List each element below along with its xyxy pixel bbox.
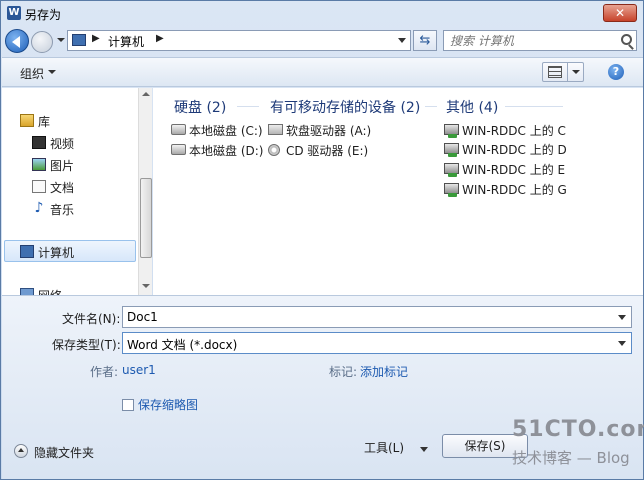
scrollbar-thumb[interactable] [140,178,152,258]
address-bar[interactable]: ▶ 计算机 ▶ [67,30,411,51]
drive-label: 本地磁盘 (D:) [189,144,264,158]
chevron-down-icon[interactable] [618,341,626,346]
chevron-down-icon[interactable] [618,315,626,320]
sidebar-item-music[interactable]: ♪ 音乐 [32,200,132,218]
breadcrumb-separator-icon[interactable]: ▶ [92,33,100,44]
hide-folders-toggle-icon[interactable] [14,444,28,458]
address-dropdown-icon[interactable] [398,38,406,43]
chevron-down-icon[interactable] [48,70,56,74]
save-as-dialog: W 另存为 ✕ ▶ 计算机 ▶ ⇆ 组织 ? 库 [0,0,644,480]
help-button[interactable]: ? [608,64,624,80]
filename-label: 文件名(N): [62,312,121,326]
video-icon [32,136,46,149]
drive-label: WIN-RDDC 上的 D [462,143,567,157]
close-button[interactable]: ✕ [603,4,637,22]
network-drive-icon [444,143,459,157]
computer-icon [20,245,34,258]
sidebar-item-label: 计算机 [38,246,75,260]
sidebar-item-pictures[interactable]: 图片 [32,156,132,174]
save-options-panel: 文件名(N): Doc1 保存类型(T): Word 文档 (*.docx) 作… [2,295,644,479]
author-label: 作者: [90,365,119,379]
watermark-text: 51CTO.com [512,417,644,442]
title-bar: W 另存为 ✕ [1,1,643,27]
network-icon [20,288,34,295]
navigation-scrollbar[interactable] [138,88,152,295]
drive-label: WIN-RDDC 上的 E [462,163,566,177]
organize-menu-button[interactable]: 组织 [20,65,44,82]
drive-label: 本地磁盘 (C:) [189,124,263,138]
breadcrumb-separator-icon[interactable]: ▶ [156,33,164,44]
sidebar-item-computer[interactable]: 计算机 [20,243,130,261]
navigation-pane: 库 视频 图片 文档 ♪ 音乐 计算机 网络 [2,88,152,295]
breadcrumb-computer[interactable]: 计算机 [108,33,144,50]
scroll-up-icon[interactable] [142,92,150,96]
search-icon[interactable] [621,34,632,45]
sidebar-item-label: 图片 [50,159,75,173]
tags-field[interactable]: 添加标记 [360,363,408,380]
sidebar-item-label: 文档 [50,181,75,195]
divider [425,106,437,107]
picture-icon [32,158,46,171]
hide-folders-button[interactable]: 隐藏文件夹 [34,444,94,461]
sidebar-item-documents[interactable]: 文档 [32,178,132,196]
music-note-icon: ♪ [34,200,44,216]
sidebar-item-label: 视频 [50,137,75,151]
network-drive-icon [444,124,459,138]
computer-icon [72,34,86,46]
refresh-button[interactable]: ⇆ [413,30,437,51]
sidebar-item-label: 库 [38,115,51,129]
chevron-down-icon[interactable] [572,70,580,74]
divider [505,106,563,107]
recent-locations-dropdown-icon[interactable] [57,38,65,42]
change-view-button[interactable] [542,62,584,82]
watermark-logo: 51CTO.com 技术博客 — Blog [510,417,644,473]
drive-label: WIN-RDDC 上的 G [462,183,567,197]
cd-drive-icon [268,144,280,156]
drive-label: 软盘驱动器 (A:) [286,124,372,138]
filename-input[interactable]: Doc1 [127,310,158,324]
sidebar-item-videos[interactable]: 视频 [32,134,132,152]
details-view-icon[interactable] [548,66,562,78]
sidebar-item-network[interactable]: 网络 [20,286,130,295]
floppy-drive-icon [268,124,283,135]
chevron-down-icon[interactable] [420,447,428,452]
author-field[interactable]: user1 [122,363,156,377]
search-input[interactable] [450,33,610,48]
divider [567,63,568,81]
network-drive-icon [444,183,459,197]
divider [237,106,259,107]
back-button[interactable] [5,29,29,53]
document-icon [32,180,46,193]
filetype-label: 保存类型(T): [52,338,121,352]
window-title: 另存为 [25,8,62,22]
tools-menu-button[interactable]: 工具(L) [364,439,404,456]
tags-label: 标记: [329,365,358,379]
word-app-icon: W [7,6,21,20]
forward-button[interactable] [31,31,53,53]
file-list-pane: 硬盘 (2) 有可移动存储的设备 (2) 其他 (4) 本地磁盘 (C:) 本地… [153,88,643,295]
library-icon [20,114,34,127]
search-box[interactable] [443,30,637,51]
hard-disk-icon [171,124,186,135]
sidebar-item-label: 音乐 [50,203,75,217]
drive-label: WIN-RDDC 上的 C [462,124,566,138]
filetype-value: Word 文档 (*.docx) [127,338,238,352]
save-thumbnail-label[interactable]: 保存缩略图 [138,396,198,413]
group-header-removable[interactable]: 有可移动存储的设备 (2) [270,97,420,117]
filename-combobox[interactable]: Doc1 [122,306,632,328]
filetype-select[interactable]: Word 文档 (*.docx) [122,332,632,354]
watermark-subtext: 技术博客 — Blog [512,449,630,467]
hard-disk-icon [171,144,186,155]
command-toolbar: 组织 ? [2,57,643,87]
navigation-bar: ▶ 计算机 ▶ ⇆ [1,27,643,53]
group-header-other[interactable]: 其他 (4) [446,97,498,117]
drive-label: CD 驱动器 (E:) [286,144,369,158]
scroll-down-icon[interactable] [142,284,150,288]
sidebar-item-label: 网络 [38,287,62,295]
sidebar-item-libraries[interactable]: 库 [20,112,130,130]
network-drive-icon [444,163,459,177]
group-header-hard-disks[interactable]: 硬盘 (2) [174,97,226,117]
save-thumbnail-checkbox[interactable] [122,399,134,411]
